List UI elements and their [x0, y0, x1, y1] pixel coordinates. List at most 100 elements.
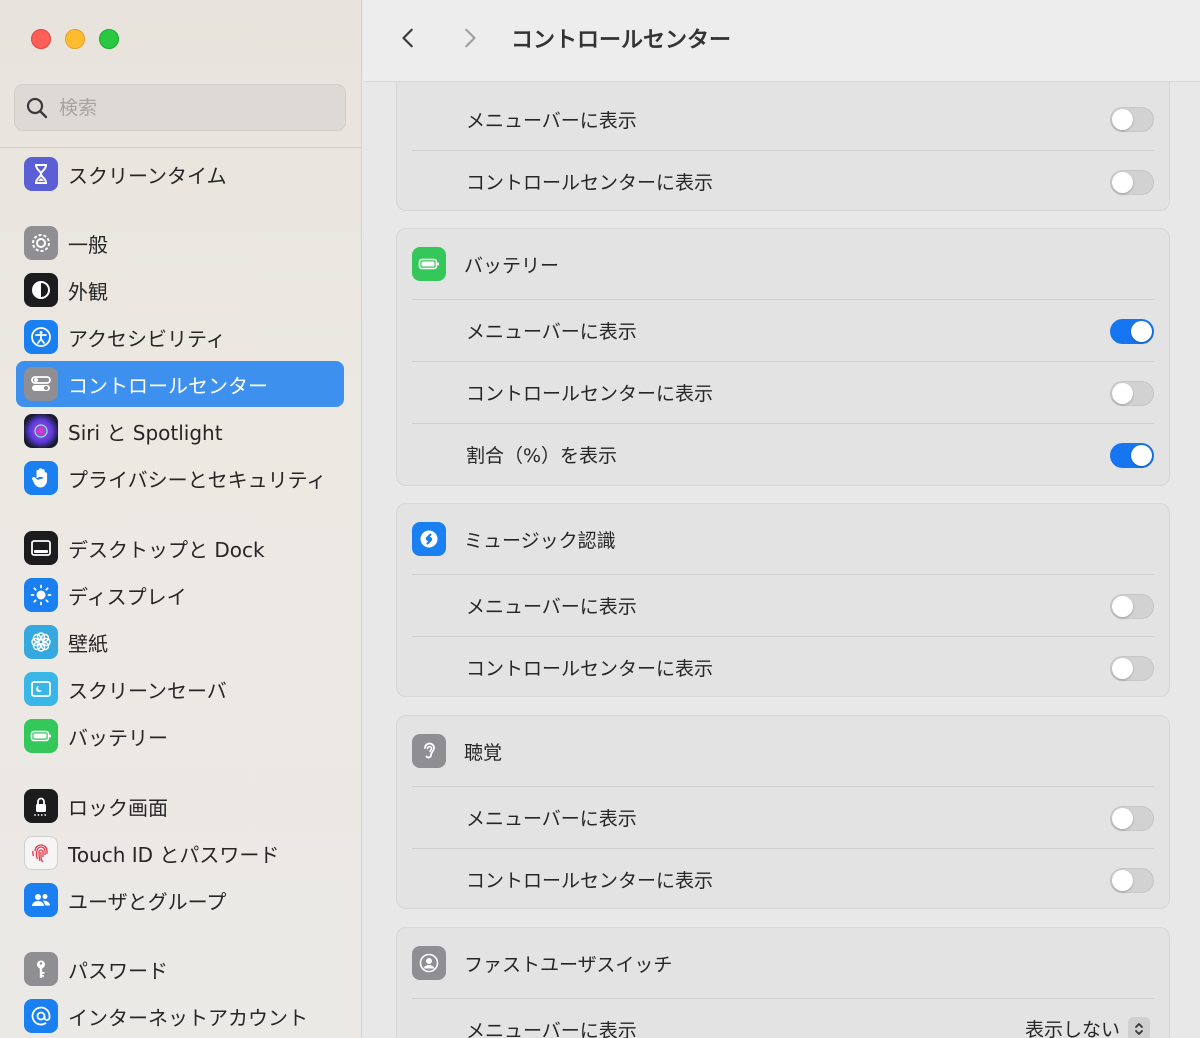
- row-label: コントロールセンターに表示: [466, 870, 714, 892]
- sidebar-item-screen-time[interactable]: スクリーンタイム: [16, 151, 344, 197]
- sidebar-item-label: スクリーンセーバ: [68, 678, 227, 703]
- gear-icon: [24, 226, 58, 260]
- sidebar-item-touch-id-password[interactable]: Touch ID とパスワード: [16, 830, 344, 876]
- sidebar-item-label: スクリーンタイム: [68, 163, 227, 188]
- sidebar-item-control-center[interactable]: コントロールセンター: [16, 361, 344, 407]
- page-title: コントロールセンター: [511, 28, 732, 53]
- sidebar-item-desktop-dock[interactable]: デスクトップと Dock: [16, 525, 344, 571]
- sidebar-item-internet-accounts[interactable]: インターネットアカウント: [16, 993, 344, 1038]
- toggle-knob: [1112, 870, 1133, 891]
- panel-header: ファストユーザスイッチ: [412, 943, 672, 983]
- flower-icon: [24, 625, 58, 659]
- sidebar-item-label: 壁紙: [68, 631, 108, 656]
- settings-row: コントロールセンターに表示: [412, 848, 1154, 910]
- sidebar-item-label: アクセシビリティ: [68, 326, 226, 351]
- sidebar-item-label: 一般: [68, 232, 108, 257]
- sidebar-item-displays[interactable]: ディスプレイ: [16, 572, 344, 618]
- search-field[interactable]: [14, 84, 346, 131]
- toggle-knob: [1112, 596, 1133, 617]
- battery-icon: [24, 719, 58, 753]
- at-icon: [24, 999, 58, 1033]
- battery-control-center-toggle[interactable]: [1110, 381, 1154, 406]
- accessibility-icon: [24, 320, 58, 354]
- settings-row: コントロールセンターに表示: [412, 150, 1154, 212]
- toggle-knob: [1112, 383, 1133, 404]
- sidebar-item-siri-spotlight[interactable]: Siri と Spotlight: [16, 408, 344, 454]
- settings-row: 割合（%）を表示: [412, 423, 1154, 485]
- toggle-knob: [1131, 321, 1152, 342]
- sidebar: スクリーンタイム 一般 外観 アクセシビリティ コントロールセンター Siri …: [0, 0, 362, 1038]
- row-label: 割合（%）を表示: [466, 445, 618, 467]
- panel-title: 聴覚: [464, 741, 503, 764]
- close-button[interactable]: [31, 29, 51, 49]
- sidebar-item-label: バッテリー: [68, 725, 168, 750]
- window-controls: [31, 29, 119, 49]
- sidebar-item-wallpaper[interactable]: 壁紙: [16, 619, 344, 665]
- search-icon: [26, 97, 48, 118]
- sidebar-item-accessibility[interactable]: アクセシビリティ: [16, 314, 344, 360]
- sidebar-item-screen-saver[interactable]: スクリーンセーバ: [16, 666, 344, 712]
- settings-row: メニューバーに表示: [412, 786, 1154, 848]
- row-label: メニューバーに表示: [466, 808, 637, 830]
- sidebar-item-passwords[interactable]: パスワード: [16, 946, 344, 992]
- battery-panel: バッテリー メニューバーに表示 コントロールセンターに表示 割合（%）を表示: [396, 228, 1170, 486]
- forward-button[interactable]: [453, 22, 485, 54]
- sidebar-item-label: デスクトップと Dock: [68, 537, 265, 562]
- show-in-menu-bar-toggle[interactable]: [1110, 107, 1154, 132]
- hearing-panel: 聴覚 メニューバーに表示 コントロールセンターに表示: [396, 715, 1170, 909]
- lock-icon: [24, 789, 58, 823]
- select-value: 表示しない: [1024, 1019, 1120, 1038]
- toggle-knob: [1131, 445, 1152, 466]
- sidebar-divider: [0, 147, 362, 148]
- sidebar-item-lock-screen[interactable]: ロック画面: [16, 783, 344, 829]
- sidebar-item-privacy-security[interactable]: プライバシーとセキュリティ: [16, 455, 344, 501]
- sidebar-item-appearance[interactable]: 外観: [16, 267, 344, 313]
- fast-user-switching-select[interactable]: 表示しない: [1025, 1015, 1150, 1038]
- settings-row: コントロールセンターに表示: [412, 361, 1154, 423]
- siri-icon: [24, 414, 58, 448]
- hand-icon: [24, 461, 58, 495]
- toggle-knob: [1112, 172, 1133, 193]
- fast-user-switching-panel: ファストユーザスイッチ メニューバーに表示 表示しない: [396, 927, 1170, 1038]
- toggle-knob: [1112, 658, 1133, 679]
- settings-row: メニューバーに表示: [412, 88, 1154, 150]
- chevron-left-icon: [402, 28, 413, 48]
- shazam-icon: [412, 522, 446, 556]
- search-input[interactable]: [59, 96, 319, 119]
- fingerprint-icon: [24, 836, 58, 870]
- main-content: コントロールセンター メニューバーに表示 コントロールセンターに表示 バッテリー…: [363, 0, 1200, 1038]
- sidebar-item-battery[interactable]: バッテリー: [16, 713, 344, 759]
- settings-row: メニューバーに表示: [412, 574, 1154, 636]
- chevron-right-icon: [465, 28, 476, 48]
- hearing-menu-bar-toggle[interactable]: [1110, 806, 1154, 831]
- music-menu-bar-toggle[interactable]: [1110, 594, 1154, 619]
- dock-icon: [24, 531, 58, 565]
- row-label: コントロールセンターに表示: [466, 658, 714, 680]
- back-button[interactable]: [393, 22, 425, 54]
- sidebar-item-label: プライバシーとセキュリティ: [68, 467, 327, 492]
- sidebar-item-label: Touch ID とパスワード: [68, 842, 280, 867]
- music-control-center-toggle[interactable]: [1110, 656, 1154, 681]
- hearing-control-center-toggle[interactable]: [1110, 868, 1154, 893]
- sidebar-item-general[interactable]: 一般: [16, 220, 344, 266]
- control-center-icon: [24, 367, 58, 401]
- battery-percentage-toggle[interactable]: [1110, 443, 1154, 468]
- panel-title: ミュージック認識: [464, 529, 616, 552]
- toggle-knob: [1112, 808, 1133, 829]
- panel-title: ファストユーザスイッチ: [464, 953, 673, 976]
- battery-menu-bar-toggle[interactable]: [1110, 319, 1154, 344]
- key-icon: [24, 952, 58, 986]
- panel-title: バッテリー: [464, 254, 560, 277]
- zoom-button[interactable]: [99, 29, 119, 49]
- user-switch-icon: [412, 946, 446, 980]
- settings-row: コントロールセンターに表示: [412, 636, 1154, 698]
- show-in-control-center-toggle[interactable]: [1110, 170, 1154, 195]
- sidebar-item-label: Siri と Spotlight: [68, 420, 223, 445]
- battery-icon: [412, 247, 446, 281]
- sidebar-item-label: パスワード: [68, 958, 168, 983]
- settings-row: メニューバーに表示: [412, 299, 1154, 361]
- minimize-button[interactable]: [65, 29, 85, 49]
- sidebar-item-users-groups[interactable]: ユーザとグループ: [16, 877, 344, 923]
- panel-header: 聴覚: [412, 731, 502, 771]
- hourglass-icon: [24, 157, 58, 191]
